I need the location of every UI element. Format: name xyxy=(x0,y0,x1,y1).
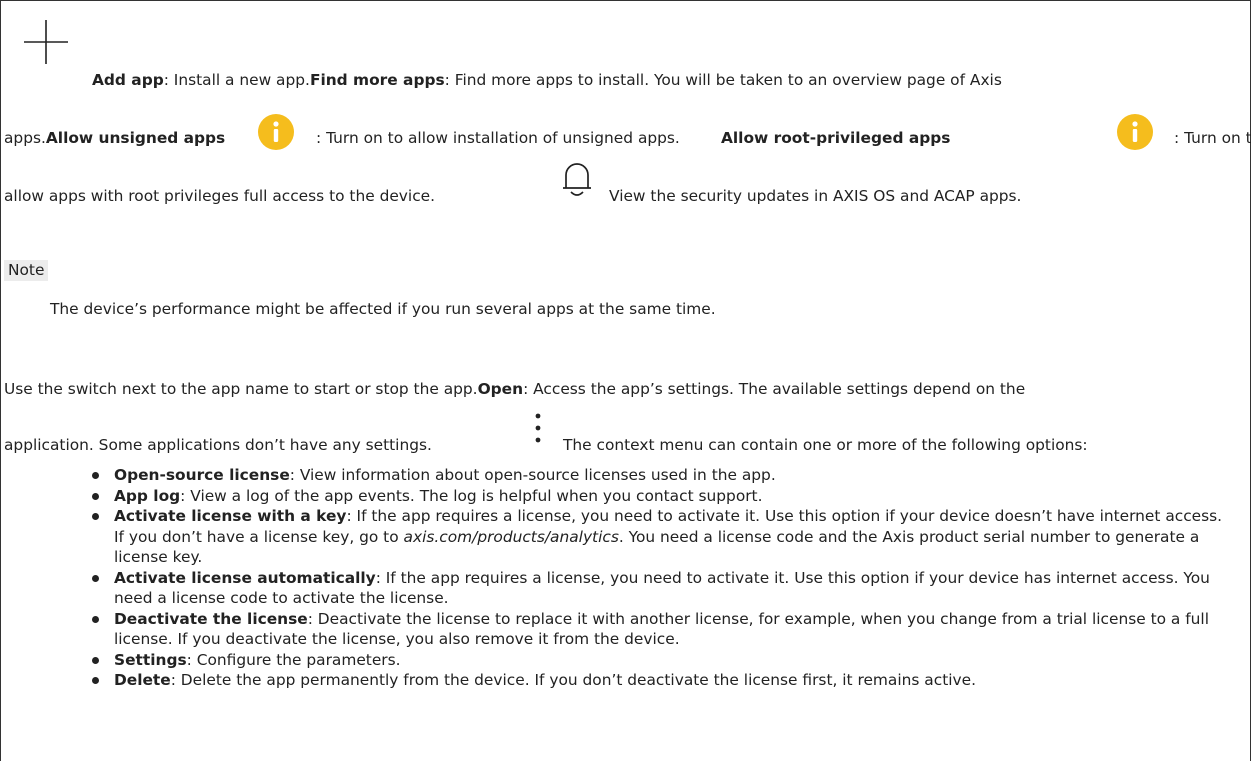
option-text: : Configure the parameters. xyxy=(186,650,401,669)
app-controls-line-1: Use the switch next to the app name to s… xyxy=(4,380,1025,398)
root-apps-label: Allow root-privileged apps xyxy=(721,129,950,147)
add-app-label: Add app xyxy=(92,71,164,89)
bell-icon[interactable] xyxy=(560,156,594,202)
security-updates-desc: View the security updates in AXIS OS and… xyxy=(609,187,1022,205)
intro-line-1: Add app: Install a new app.Find more app… xyxy=(92,71,1002,89)
option-label: Delete xyxy=(114,671,171,689)
option-label: App log xyxy=(114,486,181,505)
root-apps-desc: : Turn on to xyxy=(1174,129,1251,147)
open-label: Open xyxy=(477,380,524,398)
option-text: : Delete the app permanently from the de… xyxy=(170,671,976,689)
list-item: Activate license automatically: If the a… xyxy=(90,568,1240,609)
list-item: App log: View a log of the app events. T… xyxy=(90,486,1240,507)
find-more-apps-label: Find more apps xyxy=(309,71,445,89)
root-apps-desc-cont: allow apps with root privileges full acc… xyxy=(4,187,436,205)
add-app-desc: : Install a new app. xyxy=(163,71,310,89)
analytics-link[interactable]: axis.com/products/analytics xyxy=(404,528,619,546)
option-text: : If the app requires a license, you nee… xyxy=(346,507,1223,525)
open-desc: : Access the app’s settings. The availab… xyxy=(523,380,1026,398)
list-item: Deactivate the license: Deactivate the l… xyxy=(90,609,1240,650)
app-controls-line-2a: application. Some applications don’t hav… xyxy=(4,436,432,454)
context-menu-icon[interactable] xyxy=(532,408,544,456)
note-tag: Note xyxy=(4,260,49,281)
option-label: Activate license automatically xyxy=(114,568,376,587)
list-item: Settings: Configure the parameters. xyxy=(90,650,1240,671)
option-subtext: If you don’t have a license key, go to a… xyxy=(114,527,1240,568)
unsigned-apps-label: Allow unsigned apps xyxy=(45,129,226,147)
info-icon xyxy=(258,114,294,150)
option-text: : View a log of the app events. The log … xyxy=(180,486,763,505)
option-text: : View information about open-source lic… xyxy=(289,466,776,484)
plus-icon[interactable] xyxy=(22,18,70,66)
list-item: Open-source license: View information ab… xyxy=(90,465,1240,486)
option-label: Deactivate the license xyxy=(114,609,308,628)
option-label: Activate license with a key xyxy=(114,507,347,525)
list-item: Delete: Delete the app permanently from … xyxy=(90,670,1240,691)
option-label: Open-source license xyxy=(114,466,290,484)
app-controls-line-2b: The context menu can contain one or more… xyxy=(563,436,1088,454)
find-more-apps-desc: : Find more apps to install. You will be… xyxy=(444,71,1002,89)
list-item: Activate license with a key: If the app … xyxy=(90,506,1240,568)
option-subtext-a: If you don’t have a license key, go to xyxy=(114,527,404,546)
note-text: The device’s performance might be affect… xyxy=(50,300,716,318)
info-icon xyxy=(1117,114,1153,150)
switch-desc: Use the switch next to the app name to s… xyxy=(4,380,478,398)
context-menu-options-list: Open-source license: View information ab… xyxy=(90,465,1240,691)
apps-prefix: apps. xyxy=(4,129,46,147)
unsigned-apps-desc: : Turn on to allow installation of unsig… xyxy=(316,129,680,147)
option-label: Settings xyxy=(114,650,187,669)
root-apps-label-text: Allow root-privileged apps xyxy=(721,129,951,147)
intro-line-2: apps.Allow unsigned apps xyxy=(4,129,225,147)
